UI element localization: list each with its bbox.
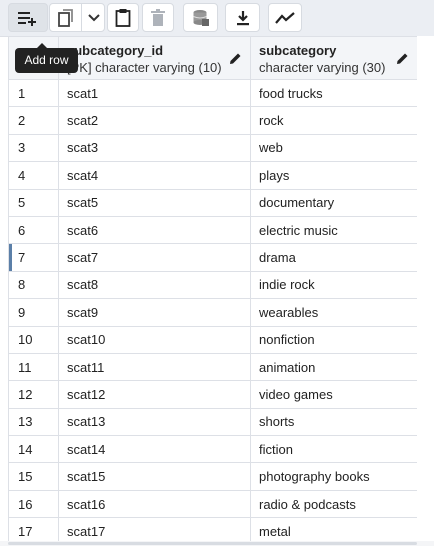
column-type: [PK] character varying (10)	[67, 60, 222, 75]
subcategory-cell[interactable]: documentary	[250, 188, 418, 217]
subcategory-id-cell[interactable]: scat3	[58, 133, 251, 163]
subcategory-cell[interactable]: shorts	[250, 407, 418, 437]
data-grid: subcategory_id [PK] character varying (1…	[8, 36, 418, 546]
scrollbar-thumb[interactable]	[8, 542, 417, 545]
copy-options-dropdown[interactable]	[81, 4, 105, 31]
subcategory-id-cell[interactable]: scat12	[58, 380, 251, 409]
table-row[interactable]: 9 scat9 wearables	[8, 298, 418, 327]
subcategory-id-cell[interactable]: scat5	[58, 188, 251, 217]
chevron-down-icon	[87, 13, 100, 21]
subcategory-id-cell[interactable]: scat10	[58, 325, 251, 354]
table-row[interactable]: 5 scat5 documentary	[8, 188, 418, 217]
row-number-cell[interactable]: 1	[8, 78, 59, 108]
copy-icon	[57, 8, 73, 27]
save-data-button[interactable]	[183, 3, 218, 32]
column-name: subcategory_id	[67, 43, 164, 58]
table-row[interactable]: 6 scat6 electric music	[8, 215, 418, 245]
delete-button[interactable]	[142, 3, 174, 32]
row-number-cell[interactable]: 9	[8, 298, 59, 327]
download-icon	[236, 10, 249, 25]
row-number-cell[interactable]: 16	[8, 489, 59, 519]
subcategory-id-cell[interactable]: scat2	[58, 106, 251, 135]
row-number-cell[interactable]: 10	[8, 325, 59, 354]
table-row[interactable]: 11 scat11 animation	[8, 352, 418, 382]
row-number-cell[interactable]: 5	[8, 188, 59, 217]
column-header-subcategory[interactable]: subcategory character varying (30)	[250, 36, 418, 80]
row-number-cell[interactable]: 3	[8, 133, 59, 163]
column-name: subcategory	[259, 43, 337, 58]
table-row[interactable]: 3 scat3 web	[8, 133, 418, 163]
table-row[interactable]: 2 scat2 rock	[8, 106, 418, 135]
row-number-cell[interactable]: 11	[8, 352, 59, 382]
add-row-tooltip: Add row	[15, 43, 78, 73]
pencil-icon[interactable]	[229, 52, 242, 65]
subcategory-cell[interactable]: plays	[250, 161, 418, 190]
subcategory-cell[interactable]: drama	[250, 243, 418, 272]
subcategory-id-cell[interactable]: scat15	[58, 462, 251, 491]
toolbar	[0, 0, 434, 37]
subcategory-id-cell[interactable]: scat9	[58, 298, 251, 327]
subcategory-cell[interactable]: fiction	[250, 435, 418, 464]
row-number-cell[interactable]: 13	[8, 407, 59, 437]
table-row[interactable]: 1 scat1 food trucks	[8, 78, 418, 108]
subcategory-id-cell[interactable]: scat6	[58, 215, 251, 245]
subcategory-id-cell[interactable]: scat7	[58, 243, 251, 272]
subcategory-id-cell[interactable]: scat13	[58, 407, 251, 437]
row-number-cell[interactable]: 14	[8, 435, 59, 464]
table-row[interactable]: 15 scat15 photography books	[8, 462, 418, 491]
download-button[interactable]	[225, 3, 260, 32]
table-row[interactable]: 10 scat10 nonfiction	[8, 325, 418, 354]
database-save-icon	[192, 9, 209, 26]
paste-button[interactable]	[107, 3, 139, 32]
subcategory-id-cell[interactable]: scat11	[58, 352, 251, 382]
subcategory-cell[interactable]: food trucks	[250, 78, 418, 108]
row-number-cell[interactable]: 12	[8, 380, 59, 409]
subcategory-cell[interactable]: radio & podcasts	[250, 489, 418, 519]
graph-button[interactable]	[268, 3, 302, 32]
paste-icon	[115, 9, 131, 27]
subcategory-cell[interactable]: indie rock	[250, 270, 418, 300]
row-number-cell[interactable]: 4	[8, 161, 59, 190]
copy-button[interactable]	[50, 4, 81, 31]
grid-empty-area	[417, 36, 434, 541]
row-number-cell[interactable]: 8	[8, 270, 59, 300]
table-row[interactable]: 13 scat13 shorts	[8, 407, 418, 437]
trash-icon	[151, 9, 165, 26]
table-row[interactable]: 16 scat16 radio & podcasts	[8, 489, 418, 519]
column-header-subcategory-id[interactable]: subcategory_id [PK] character varying (1…	[58, 36, 251, 80]
subcategory-id-cell[interactable]: scat8	[58, 270, 251, 300]
row-number-cell[interactable]: 7	[8, 243, 59, 272]
table-row[interactable]: 14 scat14 fiction	[8, 435, 418, 464]
table-row[interactable]: 12 scat12 video games	[8, 380, 418, 409]
line-chart-icon	[275, 11, 295, 24]
subcategory-id-cell[interactable]: scat16	[58, 489, 251, 519]
subcategory-id-cell[interactable]: scat4	[58, 161, 251, 190]
subcategory-cell[interactable]: animation	[250, 352, 418, 382]
subcategory-cell[interactable]: photography books	[250, 462, 418, 491]
copy-button-group	[49, 3, 105, 32]
row-number-cell[interactable]: 6	[8, 215, 59, 245]
subcategory-cell[interactable]: rock	[250, 106, 418, 135]
row-number-cell[interactable]: 2	[8, 106, 59, 135]
subcategory-id-cell[interactable]: scat14	[58, 435, 251, 464]
row-number-cell[interactable]: 15	[8, 462, 59, 491]
pencil-icon[interactable]	[396, 52, 409, 65]
horizontal-scrollbar[interactable]	[0, 541, 434, 546]
subcategory-cell[interactable]: electric music	[250, 215, 418, 245]
subcategory-cell[interactable]: wearables	[250, 298, 418, 327]
subcategory-cell[interactable]: web	[250, 133, 418, 163]
subcategory-id-cell[interactable]: scat1	[58, 78, 251, 108]
column-type: character varying (30)	[259, 60, 386, 75]
add-row-icon	[18, 11, 36, 26]
table-row[interactable]: 4 scat4 plays	[8, 161, 418, 190]
subcategory-cell[interactable]: video games	[250, 380, 418, 409]
table-row[interactable]: 8 scat8 indie rock	[8, 270, 418, 300]
add-row-button[interactable]	[8, 3, 48, 32]
table-row[interactable]: 7 scat7 drama	[8, 243, 418, 272]
subcategory-cell[interactable]: nonfiction	[250, 325, 418, 354]
